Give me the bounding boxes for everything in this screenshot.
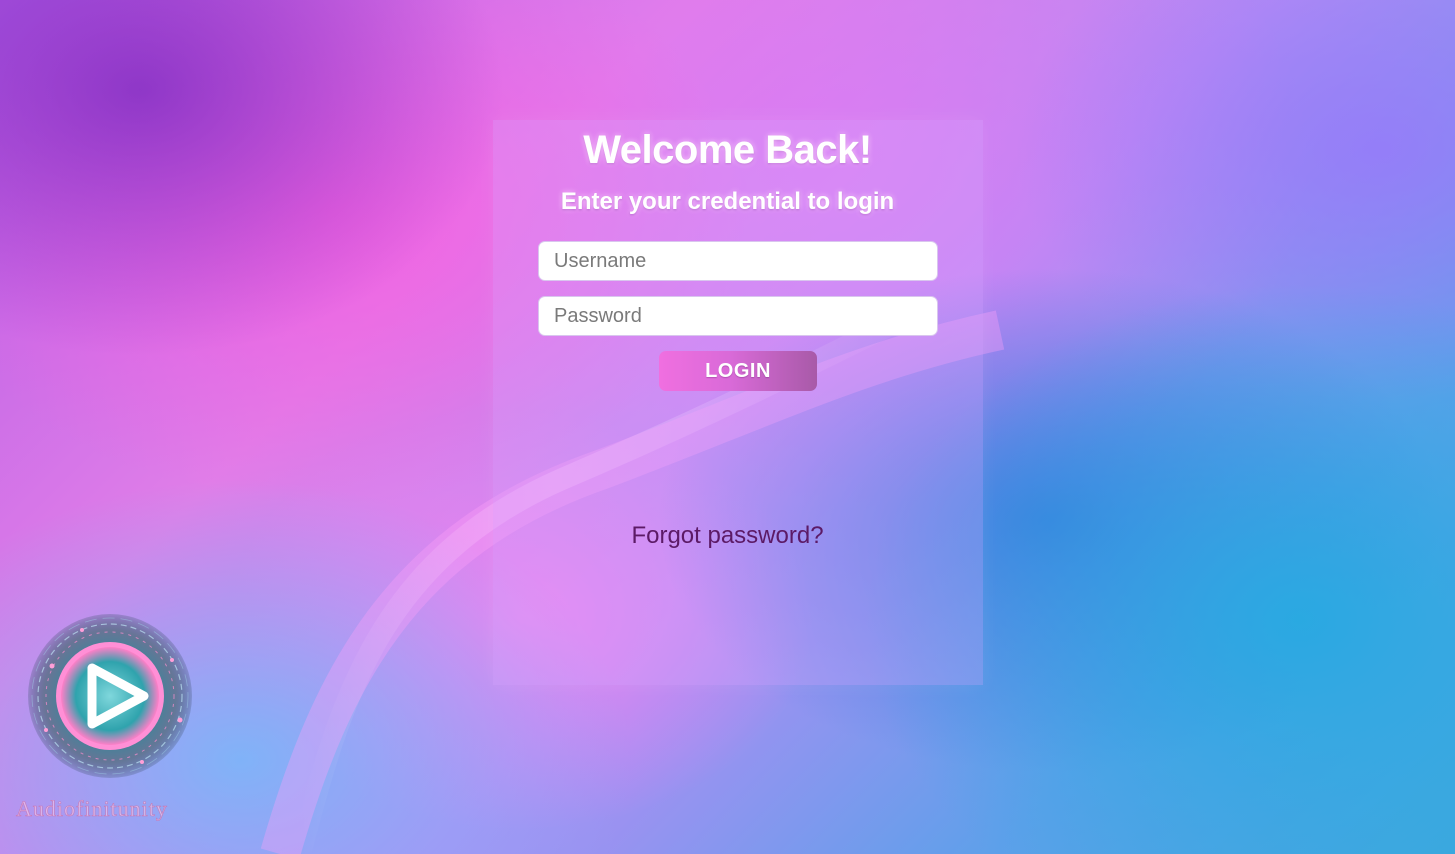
password-input[interactable] — [538, 296, 938, 336]
page-title: Welcome Back! — [583, 128, 872, 172]
play-icon — [28, 614, 192, 778]
username-input[interactable] — [538, 241, 938, 281]
forgot-password-link[interactable]: Forgot password? — [0, 522, 1455, 550]
login-button[interactable]: LOGIN — [659, 351, 817, 391]
page-subtitle: Enter your credential to login — [560, 188, 895, 215]
brand-name: Audiofinitunity — [16, 796, 168, 822]
